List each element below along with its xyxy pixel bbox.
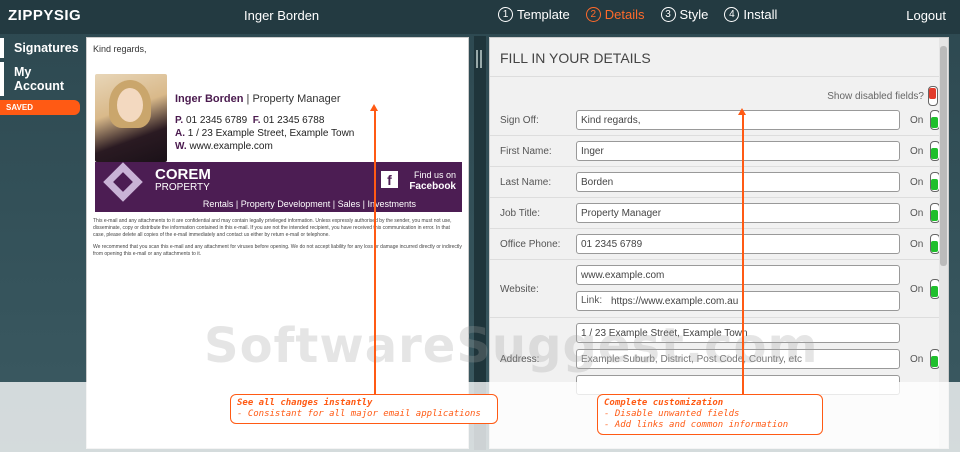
callout-detail: - Add links and common information bbox=[604, 420, 789, 430]
preview-address: 1 / 23 Example Street, Example Town bbox=[187, 128, 355, 139]
legal-disclaimer: This e-mail and any attachments to it ar… bbox=[93, 218, 463, 263]
step-label: Style bbox=[679, 7, 709, 22]
show-disabled-toggle[interactable]: Show disabled fields? bbox=[827, 86, 938, 106]
legal-paragraph: This e-mail and any attachments to it ar… bbox=[93, 218, 452, 238]
brand-logo[interactable]: ZIPPYSIG bbox=[8, 7, 81, 24]
form-heading: FILL IN YOUR DETAILS bbox=[490, 38, 948, 77]
wizard-steps: 1 Template 2 Details 3 Style 4 Install bbox=[498, 7, 777, 22]
step-install[interactable]: 4 Install bbox=[724, 7, 777, 22]
facebook-icon[interactable]: f bbox=[381, 171, 398, 188]
grip-icon bbox=[476, 50, 478, 68]
step-label: Details bbox=[604, 7, 645, 22]
field-row-first-name: First Name: On bbox=[490, 136, 946, 167]
step-label: Template bbox=[517, 7, 570, 22]
callout-title: Complete customization bbox=[604, 398, 724, 408]
preview-title: Property Manager bbox=[252, 93, 341, 105]
field-row-last-name: Last Name: On bbox=[490, 167, 946, 198]
photo-face bbox=[117, 88, 143, 122]
callout-arrow-right bbox=[739, 108, 745, 394]
scrollbar-thumb[interactable] bbox=[940, 46, 947, 266]
website-input[interactable] bbox=[576, 265, 900, 285]
step-number: 1 bbox=[498, 7, 513, 22]
sidebar-item-signatures[interactable]: Signatures bbox=[0, 38, 82, 58]
on-label: On bbox=[910, 208, 924, 219]
callout-instant-changes: See all changes instantly - Consistant f… bbox=[230, 394, 498, 424]
on-label: On bbox=[910, 177, 924, 188]
legal-paragraph: We recommend that you scan this e-mail a… bbox=[93, 244, 462, 257]
sidebar-item-my-account[interactable]: My Account bbox=[0, 62, 82, 96]
field-label: Sign Off: bbox=[500, 115, 539, 126]
website-link-input[interactable] bbox=[576, 291, 900, 311]
step-label: Install bbox=[743, 7, 778, 22]
step-number: 3 bbox=[660, 7, 676, 22]
field-label: First Name: bbox=[500, 146, 552, 157]
field-row-job-title: Job Title: On bbox=[490, 198, 946, 229]
preview-name-line: Inger Borden | Property Manager bbox=[175, 93, 340, 105]
show-disabled-label: Show disabled fields? bbox=[827, 90, 924, 102]
field-row-office-phone: Office Phone: On bbox=[490, 229, 946, 260]
preview-fax: 01 2345 6788 bbox=[263, 115, 325, 126]
field-label: Last Name: bbox=[500, 177, 552, 188]
corem-logo-icon bbox=[103, 162, 143, 202]
toggle-off-icon[interactable] bbox=[928, 86, 938, 106]
facebook-text: Facebook bbox=[409, 181, 456, 192]
preview-phone: 01 2345 6789 bbox=[185, 115, 248, 126]
preview-website[interactable]: www.example.com bbox=[189, 141, 272, 152]
on-label: On bbox=[910, 284, 924, 295]
facebook-link[interactable]: Find us on Facebook bbox=[409, 170, 456, 192]
preview-contact: P. 01 2345 6789 F. 01 2345 6788 A. 1 / 2… bbox=[175, 114, 354, 153]
address-prefix: A. bbox=[175, 128, 185, 139]
on-label: On bbox=[910, 239, 924, 250]
preview-name: Inger Borden bbox=[175, 93, 244, 105]
preview-signoff: Kind regards, bbox=[93, 44, 147, 54]
field-label: Website: bbox=[500, 284, 539, 295]
sidebar: Signatures My Account SAVED bbox=[0, 38, 82, 115]
profile-photo bbox=[95, 74, 167, 162]
top-bar: ZIPPYSIG Inger Borden 1 Template 2 Details… bbox=[0, 0, 960, 34]
first-name-input[interactable] bbox=[576, 141, 900, 161]
saved-badge: SAVED bbox=[0, 100, 80, 115]
callout-customization: Complete customization - Disable unwante… bbox=[597, 394, 823, 435]
callout-detail: - Disable unwanted fields bbox=[604, 409, 740, 419]
banner-links: Rentals | Property Development | Sales |… bbox=[202, 199, 416, 209]
field-label: Job Title: bbox=[500, 208, 541, 219]
callout-detail: - Consistant for all major email applica… bbox=[237, 409, 481, 419]
logout-link[interactable]: Logout bbox=[906, 8, 946, 23]
on-label: On bbox=[910, 146, 924, 157]
field-label: Office Phone: bbox=[500, 239, 561, 250]
callout-title: See all changes instantly bbox=[237, 398, 373, 408]
last-name-input[interactable] bbox=[576, 172, 900, 192]
fax-prefix: F. bbox=[252, 115, 261, 126]
watermark: SoftwareSuggest.com bbox=[204, 318, 819, 374]
field-row-signoff: Sign Off: On bbox=[490, 104, 946, 136]
company-name: COREM bbox=[155, 166, 211, 183]
job-title-input[interactable] bbox=[576, 203, 900, 223]
web-prefix: W. bbox=[175, 141, 187, 152]
phone-prefix: P. bbox=[175, 115, 184, 126]
user-name: Inger Borden bbox=[244, 8, 320, 23]
on-label: On bbox=[910, 354, 924, 365]
office-phone-input[interactable] bbox=[576, 234, 900, 254]
step-style[interactable]: 3 Style bbox=[660, 7, 709, 22]
link-label: Link: bbox=[581, 295, 603, 306]
on-label: On bbox=[910, 115, 924, 126]
step-details[interactable]: 2 Details bbox=[585, 7, 645, 22]
company-banner: COREM PROPERTY f Find us on Facebook Rent… bbox=[95, 162, 462, 212]
step-template[interactable]: 1 Template bbox=[498, 7, 570, 22]
step-number: 2 bbox=[585, 7, 601, 22]
field-row-website: Website: Link: On bbox=[490, 260, 946, 318]
callout-arrow-left bbox=[371, 104, 377, 394]
company-subtitle: PROPERTY bbox=[155, 182, 210, 193]
step-number: 4 bbox=[724, 7, 740, 22]
find-us-text: Find us on bbox=[413, 170, 456, 180]
